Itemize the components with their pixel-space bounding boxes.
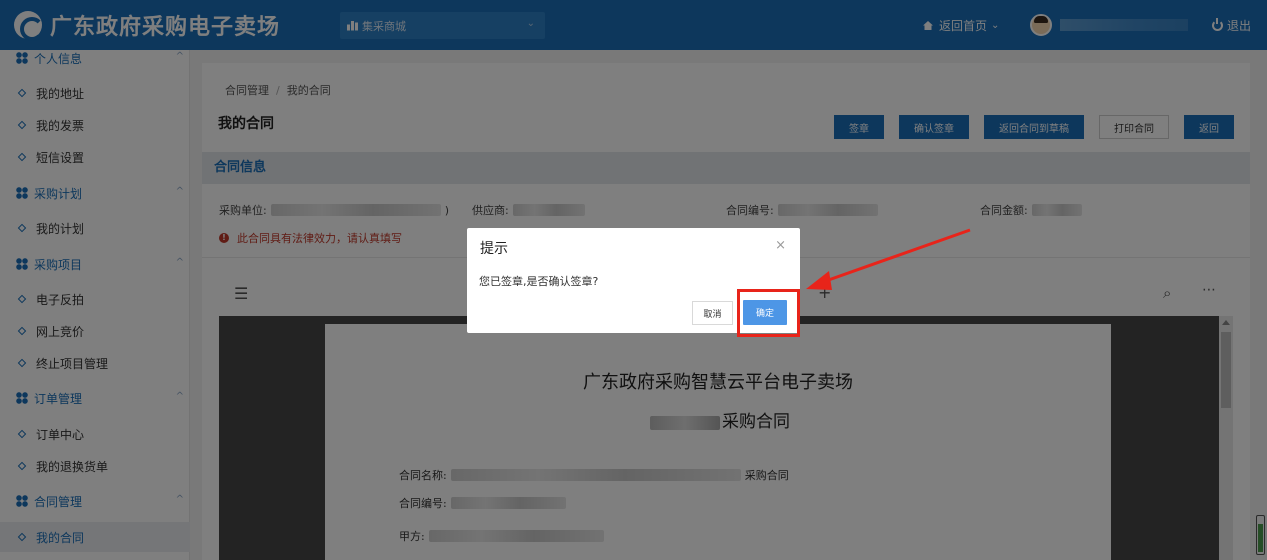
highlight-box [737, 289, 800, 337]
dialog-message: 您已签章,是否确认签章? [479, 275, 599, 288]
cancel-button[interactable]: 取消 [692, 301, 733, 325]
dialog-title: 提示 [480, 241, 508, 257]
close-icon[interactable]: × [775, 238, 786, 253]
